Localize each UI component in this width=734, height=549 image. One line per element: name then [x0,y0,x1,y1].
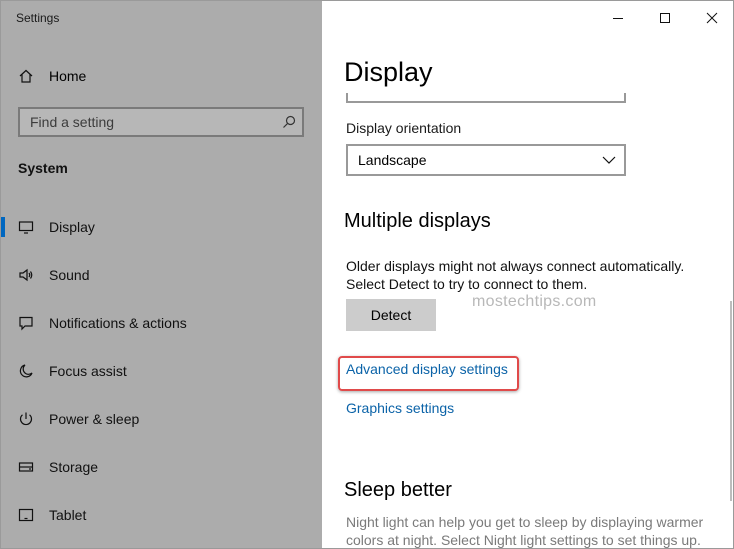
orientation-label: Display orientation [346,120,462,136]
power-icon [19,412,33,426]
sidebar-item-label: Focus assist [49,363,127,379]
orientation-dropdown[interactable]: Landscape [346,144,626,176]
sidebar-item-label: Storage [49,459,99,475]
sidebar-item-tablet[interactable]: Tablet [1,495,322,535]
sidebar-item-focus-assist[interactable]: Focus assist [1,351,322,391]
settings-window: Settings Home Find a setting System Disp… [0,0,734,549]
section-title: System [18,160,68,176]
home-icon [19,69,33,83]
notification-icon [19,316,33,331]
caption-buttons [594,1,733,35]
previous-control-edge [346,93,626,103]
search-icon[interactable] [282,115,296,129]
detect-button[interactable]: Detect [346,299,436,331]
storage-icon [18,462,34,472]
chevron-down-icon [602,156,616,164]
sidebar-item-power-sleep[interactable]: Power & sleep [1,399,322,439]
sleep-better-heading: Sleep better [344,479,452,501]
multiple-displays-text: Older displays might not always connect … [346,258,685,292]
orientation-value: Landscape [358,152,427,168]
sidebar-item-label: Notifications & actions [49,315,187,331]
multiple-displays-heading: Multiple displays [344,210,491,232]
sidebar-item-display[interactable]: Display [1,207,322,247]
sidebar-item-label: Power & sleep [49,411,140,427]
close-button[interactable] [688,1,733,35]
graphics-settings-link[interactable]: Graphics settings [346,400,454,416]
speaker-icon [19,268,33,282]
advanced-display-settings-link[interactable]: Advanced display settings [346,361,508,377]
sidebar-item-label: Tablet [49,507,87,523]
sidebar-item-label: Sound [49,267,90,283]
sidebar: Settings Home Find a setting System Disp… [1,1,322,548]
watermark: mostechtips.com [472,293,597,310]
home-label: Home [49,68,87,84]
sleep-better-text: Night light can help you get to sleep by… [346,514,704,548]
sidebar-item-label: Display [49,219,95,235]
maximize-icon [659,13,670,23]
sidebar-item-sound[interactable]: Sound [1,255,322,295]
close-icon [706,12,717,24]
minimize-button[interactable] [594,1,641,35]
search-input[interactable]: Find a setting [18,107,304,137]
sidebar-item-notifications[interactable]: Notifications & actions [1,303,322,343]
home-button[interactable]: Home [18,65,86,87]
maximize-button[interactable] [641,1,688,35]
app-title: Settings [16,11,60,25]
minimize-icon [612,18,623,19]
search-placeholder: Find a setting [30,114,115,130]
page-title: Display [344,57,433,87]
monitor-icon [18,221,34,234]
moon-icon [19,364,33,378]
main-content: Display Display orientation Landscape Mu… [322,1,733,548]
tablet-icon [18,508,34,522]
scrollbar[interactable] [730,301,732,501]
sidebar-item-storage[interactable]: Storage [1,447,322,487]
